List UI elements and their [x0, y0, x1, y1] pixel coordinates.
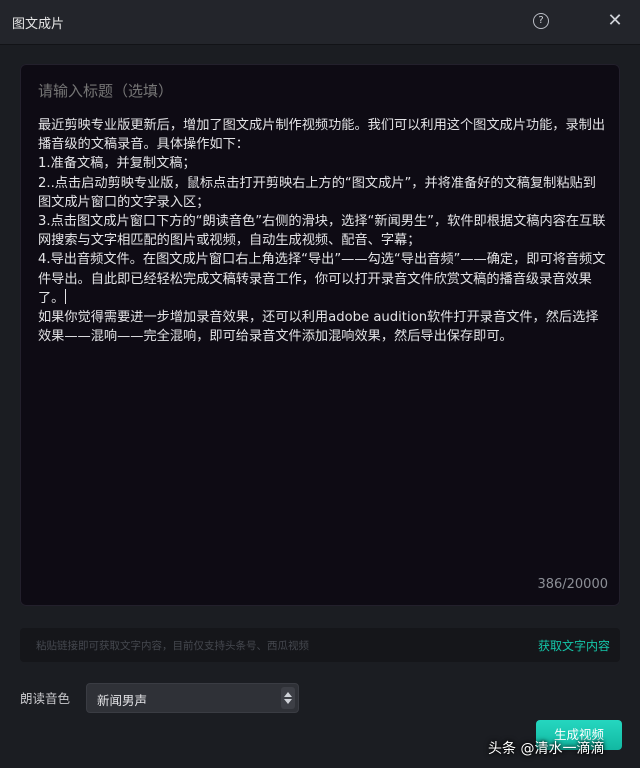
help-icon[interactable]: ? — [533, 13, 549, 29]
title-input[interactable] — [38, 82, 598, 100]
paragraph: 如果你觉得需要进一步增加录音效果，还可以利用adobe audition软件打开… — [38, 310, 599, 345]
paragraph: 2..点击启动剪映专业版，鼠标点击打开剪映右上方的“图文成片”，并将准备好的文稿… — [38, 175, 596, 210]
close-icon[interactable]: ✕ — [604, 10, 626, 32]
text-editor[interactable]: 最近剪映专业版更新后，增加了图文成片制作视频功能。我们可以利用这个图文成片功能，… — [20, 64, 620, 606]
window-title: 图文成片 — [12, 17, 65, 32]
link-input-bar: 粘贴链接即可获取文字内容，目前仅支持头条号、西瓜视频 获取文字内容 — [20, 628, 620, 662]
title-bar: 图文成片 ? ✕ — [0, 0, 640, 45]
paragraph: 3.点击图文成片窗口下方的“朗读音色”右侧的滑块，选择“新闻男生”，软件即根据文… — [38, 214, 606, 249]
paragraph-text: 4.导出音频文件。在图文成片窗口右上角选择“导出”——勾选“导出音频”——确定，… — [38, 252, 606, 306]
link-input[interactable]: 粘贴链接即可获取文字内容，目前仅支持头条号、西瓜视频 — [36, 638, 309, 653]
voice-select[interactable]: 新闻男声 — [86, 683, 299, 713]
voice-label: 朗读音色 — [20, 691, 71, 706]
char-counter: 386/20000 — [537, 577, 608, 592]
paragraph: 4.导出音频文件。在图文成片窗口右上角选择“导出”——勾选“导出音频”——确定，… — [38, 250, 606, 308]
voice-selected-value: 新闻男声 — [97, 693, 148, 708]
watermark: 头条 @清水一滴滴 — [488, 741, 605, 757]
select-stepper-icon[interactable] — [281, 687, 295, 709]
paragraph: 最近剪映专业版更新后，增加了图文成片制作视频功能。我们可以利用这个图文成片功能，… — [38, 118, 606, 153]
fetch-text-button[interactable]: 获取文字内容 — [538, 637, 610, 654]
text-caret — [65, 288, 67, 304]
article-text-area[interactable]: 最近剪映专业版更新后，增加了图文成片制作视频功能。我们可以利用这个图文成片功能，… — [38, 116, 606, 346]
paragraph: 1.准备文稿，并复制文稿； — [38, 156, 196, 172]
